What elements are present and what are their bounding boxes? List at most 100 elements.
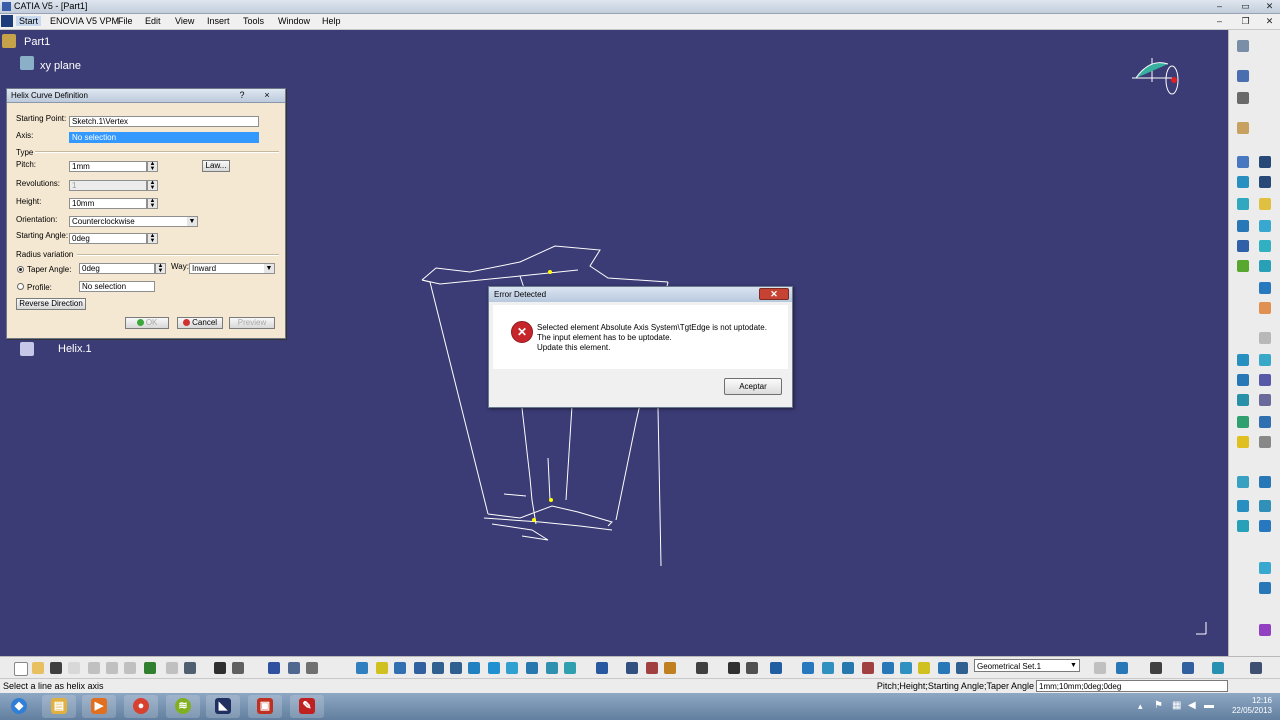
accept-button[interactable]: Aceptar	[724, 378, 782, 395]
sweep-tool-icon[interactable]	[1259, 220, 1271, 232]
undo-icon[interactable]	[144, 662, 156, 674]
analysis-tool-icon[interactable]	[1237, 476, 1249, 488]
menu-file[interactable]: File	[118, 16, 133, 26]
formula-icon[interactable]	[214, 662, 226, 674]
curvature-tool-icon[interactable]	[1259, 476, 1271, 488]
chevron-down-icon[interactable]: ▼	[187, 217, 197, 226]
tray-network-icon[interactable]: ▦	[1172, 700, 1181, 711]
menu-enovia[interactable]: ENOVIA V5 VPM	[50, 16, 119, 26]
zoom-out-icon[interactable]	[450, 662, 462, 674]
rotate-tool-icon[interactable]	[1259, 354, 1271, 366]
taper-angle-spinner[interactable]: ▲ ▼	[155, 263, 166, 274]
translate-tool-icon[interactable]	[1237, 374, 1249, 386]
multi-view-icon[interactable]	[488, 662, 500, 674]
power-input-field[interactable]: 1mm;10mm;0deg;0deg	[1036, 680, 1228, 692]
shape-tool-icon[interactable]	[1259, 562, 1271, 574]
way-select[interactable]: Inward ▼	[189, 263, 275, 274]
trim-tool-icon[interactable]	[1259, 260, 1271, 272]
profile-radio[interactable]	[17, 283, 24, 290]
pan-icon[interactable]	[394, 662, 406, 674]
pattern-tool-icon[interactable]	[1259, 374, 1271, 386]
close-window-button[interactable]: ✕	[1264, 1, 1275, 11]
highlight-icon[interactable]	[918, 662, 930, 674]
update-icon[interactable]	[596, 662, 608, 674]
tools-icon[interactable]	[1212, 662, 1224, 674]
axis-tool-icon[interactable]	[1259, 176, 1271, 188]
print-icon[interactable]	[68, 662, 80, 674]
geometrical-set-select[interactable]: Geometrical Set.1 ▼	[974, 659, 1080, 672]
geometrical-set-icon[interactable]	[956, 662, 968, 674]
parallel-tool-icon[interactable]	[1259, 500, 1271, 512]
taskbar-app[interactable]: ✎	[290, 695, 324, 718]
help-button[interactable]: ?	[235, 89, 249, 101]
menu-help[interactable]: Help	[322, 16, 341, 26]
taper-angle-field[interactable]: 0deg	[79, 263, 155, 274]
error-close-button[interactable]: ✕	[759, 288, 789, 300]
tree-item-helix[interactable]: Helix.1	[58, 343, 92, 355]
wireframe-tool-icon[interactable]	[1237, 40, 1249, 52]
replicate-tool-icon[interactable]	[1259, 520, 1271, 532]
shading-icon[interactable]	[526, 662, 538, 674]
render-icon[interactable]	[900, 662, 912, 674]
height-field[interactable]: 10mm	[69, 198, 147, 209]
save-icon[interactable]	[50, 662, 62, 674]
chevron-down-icon[interactable]: ▼	[264, 264, 274, 273]
whats-this-icon[interactable]	[184, 662, 196, 674]
tree-item-xy-plane[interactable]: xy plane	[40, 60, 81, 72]
abc-icon[interactable]	[1150, 662, 1162, 674]
point-tool-icon[interactable]	[1237, 156, 1249, 168]
copy-icon[interactable]	[106, 662, 118, 674]
hide-show-icon[interactable]	[546, 662, 558, 674]
surface-tool-icon[interactable]	[1237, 394, 1249, 406]
select-arrow-icon[interactable]	[1237, 70, 1249, 82]
knowledge-icon[interactable]	[306, 662, 318, 674]
orientation-select[interactable]: Counterclockwise ▼	[69, 216, 198, 227]
volume-tool-icon[interactable]	[1259, 582, 1271, 594]
measure-tool-icon[interactable]	[1259, 332, 1271, 344]
cube-view-icon[interactable]	[842, 662, 854, 674]
offset-tool-icon[interactable]	[1237, 354, 1249, 366]
height-spinner[interactable]: ▲ ▼	[147, 198, 158, 209]
law-button[interactable]: Law...	[202, 160, 230, 172]
maximize-button[interactable]: ▭	[1240, 1, 1251, 11]
refresh-icon[interactable]	[728, 662, 740, 674]
plane-tool-icon[interactable]	[1237, 176, 1249, 188]
open-folder-icon[interactable]	[32, 662, 44, 674]
doc-minimize-button[interactable]: –	[1214, 16, 1225, 26]
profile-field[interactable]: No selection	[79, 281, 155, 292]
pitch-spinner[interactable]: ▲ ▼	[147, 161, 158, 172]
cut-plane-icon[interactable]	[882, 662, 894, 674]
measure-between-icon[interactable]	[626, 662, 638, 674]
comment-icon[interactable]	[232, 662, 244, 674]
axis-view-icon[interactable]	[770, 662, 782, 674]
pitch-field[interactable]: 1mm	[69, 161, 147, 172]
new-file-icon[interactable]	[14, 662, 28, 676]
menu-edit[interactable]: Edit	[145, 16, 161, 26]
menu-window[interactable]: Window	[278, 16, 310, 26]
helix-close-button[interactable]: ×	[260, 89, 274, 101]
compass-icon[interactable]	[746, 662, 758, 674]
axis-field[interactable]: No selection	[69, 132, 259, 143]
list-icon[interactable]	[938, 662, 950, 674]
corner-tool-icon[interactable]	[1259, 302, 1271, 314]
minimize-button[interactable]: –	[1214, 1, 1225, 11]
menu-view[interactable]: View	[175, 16, 194, 26]
snap-view-icon[interactable]	[822, 662, 834, 674]
doc-restore-button[interactable]: ❐	[1240, 16, 1251, 26]
windows-start-button[interactable]: ◆	[2, 695, 36, 718]
reverse-direction-button[interactable]: Reverse Direction	[16, 298, 86, 310]
cancel-button[interactable]: Cancel	[177, 317, 223, 329]
snap-tool-icon[interactable]	[1237, 92, 1249, 104]
blend-tool-icon[interactable]	[1237, 436, 1249, 448]
stack-icon[interactable]	[1182, 662, 1194, 674]
multi-section-tool-icon[interactable]	[1237, 520, 1249, 532]
tree-root-part[interactable]: Part1	[24, 36, 50, 48]
menu-start[interactable]: Start	[16, 16, 42, 26]
iso-view-icon[interactable]	[506, 662, 518, 674]
sketch-tool-icon[interactable]	[1237, 122, 1249, 134]
starting-point-field[interactable]: Sketch.1\Vertex	[69, 116, 259, 127]
transform-tool-icon[interactable]	[1259, 416, 1271, 428]
taskbar-clock[interactable]: 12:16 22/05/2013	[1232, 696, 1272, 716]
cut-icon[interactable]	[88, 662, 100, 674]
spline-tool-icon[interactable]	[1237, 198, 1249, 210]
